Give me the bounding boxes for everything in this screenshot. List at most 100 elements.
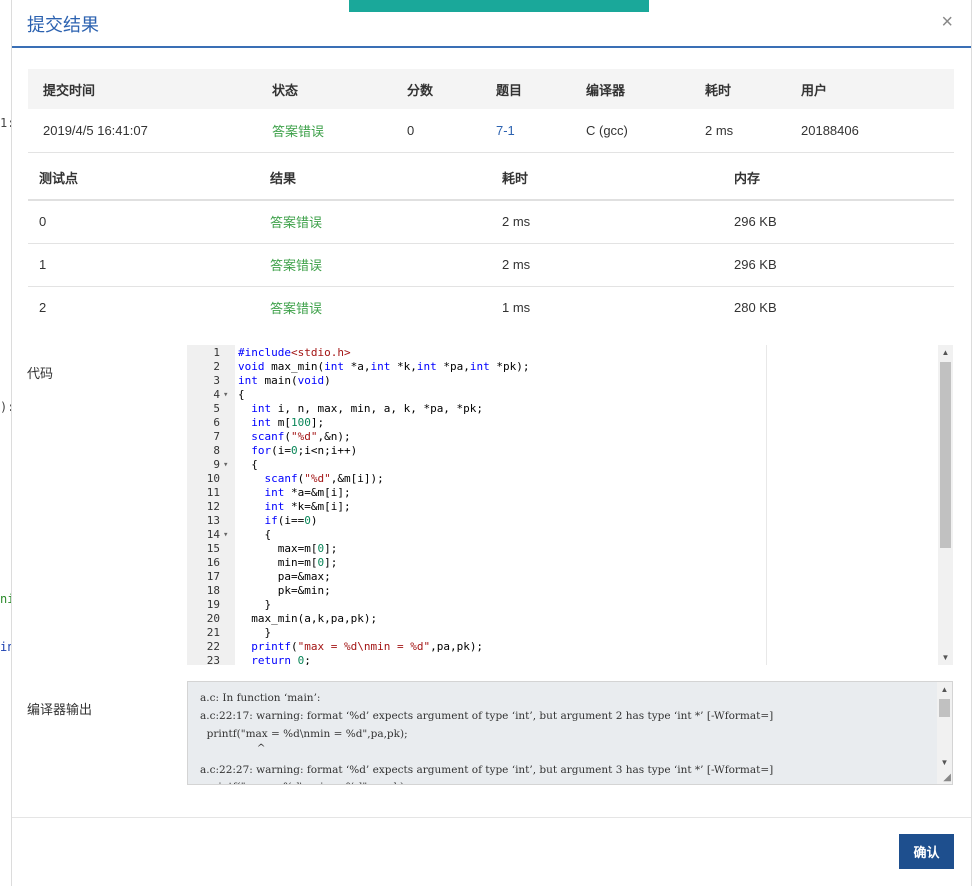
testcase-memory: 296 KB <box>734 214 777 230</box>
code-text: scanf("%d",&m[i]); <box>264 472 384 485</box>
submission-summary-table: 提交时间 状态 分数 题目 编译器 耗时 用户 2019/4/5 16:41:0… <box>28 69 954 153</box>
line-number: 17 <box>206 570 220 583</box>
chevron-down-icon[interactable]: ▾ <box>223 388 228 402</box>
testcase-result: 答案错误 <box>270 215 323 231</box>
testcase-id: 1 <box>39 257 47 272</box>
testcase-result: 答案错误 <box>270 301 323 317</box>
compiler: C (gcc) <box>586 122 628 138</box>
testcase-time: 1 ms <box>502 300 531 316</box>
code-text: if(i==0) <box>264 514 318 527</box>
duration: 2 ms <box>705 122 734 138</box>
resize-grip-icon[interactable]: ◢ <box>943 772 951 783</box>
code-text: { <box>238 458 258 471</box>
line-number: 1 <box>213 346 220 359</box>
line-number: 15 <box>206 542 220 555</box>
testcase-id: 2 <box>39 300 47 316</box>
chevron-down-icon[interactable]: ▾ <box>223 528 228 542</box>
code-text: scanf("%d",&n); <box>251 430 351 443</box>
code-text: int main(void) <box>238 374 331 387</box>
table-row: 2 答案错误 1 ms 280 KB <box>28 286 954 329</box>
compiler-output-line: printf("max = %d\nmin = %d",pa,pk); <box>200 728 408 740</box>
line-number: 20 <box>206 612 220 625</box>
code-text: min=m[0]; <box>238 556 338 569</box>
line-number: 19 <box>206 598 220 611</box>
column-header: 题目 <box>496 82 523 98</box>
code-text: void max_min(int *a,int *k,int *pa,int *… <box>238 360 530 373</box>
code-text: pa=&max; <box>238 570 331 583</box>
line-number: 23 <box>206 654 220 665</box>
column-header: 耗时 <box>705 82 732 98</box>
code-text: pk=&min; <box>238 584 331 597</box>
triangle-up-icon[interactable]: ▲ <box>938 345 953 360</box>
table-header-row: 提交时间 状态 分数 题目 编译器 耗时 用户 <box>28 69 954 109</box>
column-header: 耗时 <box>502 170 529 186</box>
testcase-memory: 296 KB <box>734 257 777 272</box>
table-header-row: 测试点 结果 耗时 内存 <box>28 155 954 200</box>
code-text: int *k=&m[i]; <box>264 500 351 513</box>
testcase-table: 测试点 结果 耗时 内存 0 答案错误 2 ms 296 KB 1 答案错误 2… <box>28 155 954 329</box>
user: 20188406 <box>801 122 859 138</box>
column-header: 内存 <box>734 170 761 186</box>
triangle-down-icon[interactable]: ▼ <box>938 650 953 665</box>
problem-link[interactable]: 7-1 <box>496 109 586 152</box>
column-header: 用户 <box>801 82 828 98</box>
code-scrollbar[interactable]: ▲ ▼ <box>938 345 953 665</box>
testcase-id: 0 <box>39 214 47 230</box>
triangle-up-icon[interactable]: ▲ <box>937 682 952 697</box>
code-text: int m[100]; <box>251 416 325 429</box>
line-number: 21 <box>206 626 220 639</box>
line-number: 10 <box>206 472 220 485</box>
line-number: 18 <box>206 584 220 597</box>
compiler-output-line: a.c:22:27: warning: format ‘%d’ expects … <box>200 764 774 776</box>
column-header: 分数 <box>407 82 434 98</box>
code-text: } <box>238 626 272 639</box>
column-header: 状态 <box>272 82 299 98</box>
code-text: for(i=0;i<n;i++) <box>251 444 358 457</box>
code-text: max_min(a,k,pa,pk); <box>238 612 378 625</box>
scrollbar-thumb[interactable] <box>940 362 951 548</box>
line-number: 5 <box>213 402 220 415</box>
line-number: 3 <box>213 374 220 387</box>
compiler-output-textarea[interactable]: a.c: In function ‘main’: a.c:22:17: warni… <box>187 681 953 785</box>
compiler-output-line: a.c:22:17: warning: format ‘%d’ expects … <box>200 710 774 722</box>
score: 0 <box>407 122 415 138</box>
print-margin <box>766 345 767 665</box>
table-row: 2019/4/5 16:41:07 答案错误 0 7-1 C (gcc) 2 m… <box>28 109 954 152</box>
line-number: 22 <box>206 640 220 653</box>
output-scrollbar[interactable]: ▲ ▼ <box>937 682 952 784</box>
line-number: 14 <box>206 528 220 541</box>
line-number: 16 <box>206 556 220 569</box>
column-header: 提交时间 <box>43 82 96 98</box>
line-number: 6 <box>213 416 220 429</box>
code-text: int *a=&m[i]; <box>264 486 351 499</box>
triangle-down-icon[interactable]: ▼ <box>937 755 952 770</box>
code-text: max=m[0]; <box>238 542 338 555</box>
chevron-down-icon[interactable]: ▾ <box>223 458 228 472</box>
code-text: { <box>238 528 272 541</box>
line-number: 4 <box>213 388 220 401</box>
line-number: 13 <box>206 514 220 527</box>
code-text: #include<stdio.h> <box>238 346 351 359</box>
column-header: 结果 <box>270 170 297 186</box>
modal-title: 提交结果 <box>27 15 99 35</box>
code-text: int i, n, max, min, a, k, *pa, *pk; <box>251 402 484 415</box>
line-number: 8 <box>213 444 220 457</box>
testcase-time: 2 ms <box>502 257 531 272</box>
line-number: 11 <box>206 486 220 499</box>
compiler-output-label: 编译器输出 <box>27 702 93 717</box>
code-text: } <box>238 598 272 611</box>
scrollbar-thumb[interactable] <box>939 699 950 717</box>
line-number: 12 <box>206 500 220 513</box>
code-text: { <box>238 388 245 401</box>
line-number: 7 <box>213 430 220 443</box>
status-badge: 答案错误 <box>272 123 325 139</box>
confirm-button[interactable]: 确认 <box>899 834 954 869</box>
submission-time: 2019/4/5 16:41:07 <box>43 122 148 138</box>
testcase-memory: 280 KB <box>734 300 777 316</box>
close-icon[interactable]: × <box>941 10 953 34</box>
submission-result-modal: 提交结果 × 提交时间 状态 分数 题目 编译器 耗时 用户 2019/4/5 … <box>11 0 972 886</box>
code-editor[interactable]: 1 #include<stdio.h> 2 void max_min(int *a,i… <box>187 345 953 665</box>
testcase-time: 2 ms <box>502 214 531 230</box>
code-label: 代码 <box>27 366 54 381</box>
modal-footer-divider <box>12 817 971 818</box>
